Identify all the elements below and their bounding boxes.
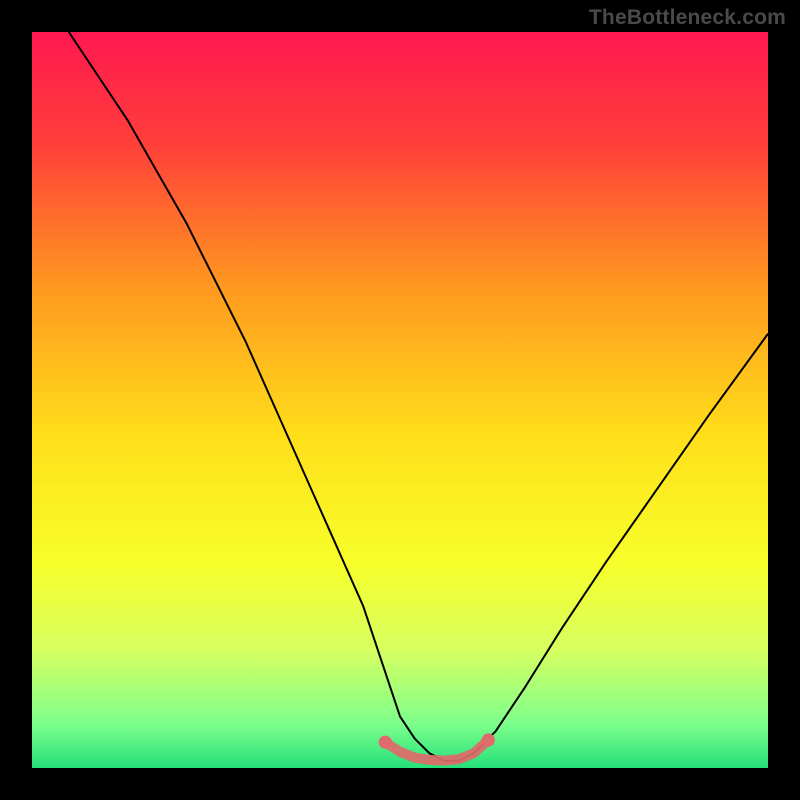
highlight-end-dot [379,736,392,749]
highlight-end-dot [482,733,495,746]
watermark-text: TheBottleneck.com [589,6,786,30]
chart-frame: TheBottleneck.com [0,0,800,800]
chart-plot [32,32,768,768]
gradient-background [32,32,768,768]
